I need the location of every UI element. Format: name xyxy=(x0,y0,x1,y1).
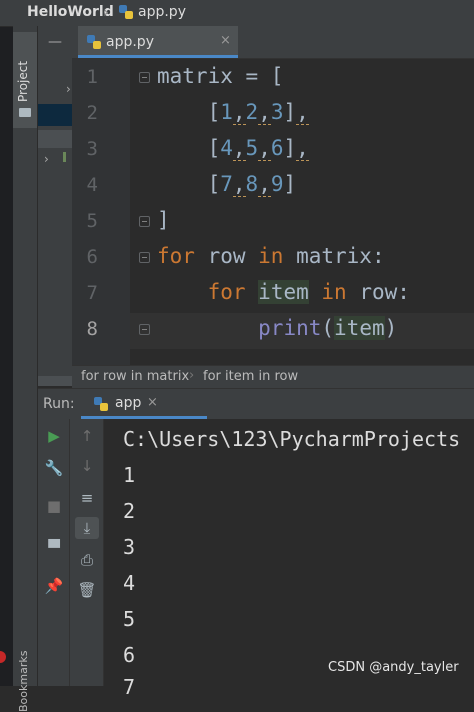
line-number: 8 xyxy=(86,318,98,340)
chevron-right-icon[interactable]: › xyxy=(66,82,71,96)
python-file-icon xyxy=(118,4,134,24)
breadcrumb-item[interactable]: for row in matrix xyxy=(81,369,189,384)
project-tree-row[interactable] xyxy=(38,130,72,148)
project-panel: › xyxy=(38,26,73,386)
run-tab-label: app xyxy=(115,395,142,411)
code-line: [1,2,3], xyxy=(157,100,309,125)
folder-icon xyxy=(19,108,31,117)
console-line: 7 xyxy=(123,675,136,699)
horizontal-scrollbar[interactable] xyxy=(38,376,72,386)
nav-separator-icon: › xyxy=(103,3,109,21)
line-number: 6 xyxy=(86,246,98,268)
breadcrumb-item[interactable]: for item in row xyxy=(203,369,298,384)
nav-file-name[interactable]: app.py xyxy=(138,4,186,20)
close-icon[interactable]: × xyxy=(220,33,231,48)
run-tool-header: Run: app × xyxy=(38,388,474,420)
line-number: 3 xyxy=(86,138,98,160)
soft-wrap-icon[interactable]: ≡ xyxy=(75,487,99,509)
arrow-down-icon[interactable]: ↓ xyxy=(75,455,99,477)
console-line: 3 xyxy=(123,535,136,559)
run-tab-app[interactable]: app × xyxy=(81,389,207,419)
navigation-bar: HelloWorld › app.py xyxy=(0,0,474,27)
console-line: 2 xyxy=(123,499,136,523)
editor-tab-app-py[interactable]: app.py × xyxy=(78,26,238,58)
run-toolbar-secondary: ↑ ↓ ≡ ⤓ ⎙ 🗑 xyxy=(70,419,104,686)
green-marker xyxy=(63,152,66,162)
line-number: 5 xyxy=(86,210,98,232)
chevron-right-icon: › xyxy=(189,368,195,383)
fold-marker-icon[interactable] xyxy=(139,252,150,263)
nav-project-name[interactable]: HelloWorld xyxy=(27,4,114,20)
console-line: C:\Users\123\PycharmProjects xyxy=(123,427,461,451)
line-number: 7 xyxy=(86,282,98,304)
fold-marker-icon[interactable] xyxy=(139,72,150,83)
fold-marker-icon[interactable] xyxy=(139,216,150,227)
watermark: CSDN @andy_tayler xyxy=(328,660,459,675)
console-line: 4 xyxy=(123,571,136,595)
line-number: 4 xyxy=(86,174,98,196)
fold-marker-icon[interactable] xyxy=(139,324,150,335)
pin-icon[interactable]: 📌 xyxy=(42,575,66,597)
bookmarks-tool-tab[interactable]: Bookmarks xyxy=(17,651,30,712)
line-number: 2 xyxy=(86,102,98,124)
run-toolbar-primary: ▶ 🔧 ■ ▀ 📌 xyxy=(38,419,70,686)
minimize-icon[interactable]: — xyxy=(48,34,62,50)
run-console[interactable] xyxy=(104,419,474,686)
line-number: 1 xyxy=(86,66,98,88)
code-line: matrix = [ xyxy=(157,64,284,88)
project-tree-selected-row[interactable] xyxy=(38,104,72,126)
editor-tab-bar: — app.py × xyxy=(48,26,474,59)
console-line: 6 xyxy=(123,643,136,667)
code-line: [4,5,6], xyxy=(157,136,309,161)
code-line: ] xyxy=(157,208,170,232)
close-icon[interactable]: × xyxy=(147,395,158,410)
code-line: for row in matrix: xyxy=(157,244,385,268)
rerun-icon[interactable]: ▶ xyxy=(42,425,66,447)
left-edge xyxy=(0,26,13,686)
left-tool-strip: Project Bookmarks xyxy=(13,26,38,712)
breadcrumb: for row in matrix › for item in row xyxy=(72,365,474,388)
console-line: 5 xyxy=(123,607,136,631)
expand-arrow-icon[interactable]: › xyxy=(44,152,49,166)
trash-icon[interactable]: 🗑 xyxy=(75,579,99,601)
run-label: Run: xyxy=(43,396,75,412)
project-tool-label: Project xyxy=(16,60,30,102)
print-icon[interactable]: ⎙ xyxy=(75,549,99,571)
layout-icon[interactable]: ▀ xyxy=(42,537,66,559)
code-line: for item in row: xyxy=(207,280,410,304)
python-file-icon xyxy=(86,34,102,54)
python-file-icon xyxy=(93,396,109,416)
console-line: 1 xyxy=(123,463,136,487)
stop-icon[interactable]: ■ xyxy=(42,495,66,517)
editor-tab-label: app.py xyxy=(106,34,154,50)
code-line: [7,8,9] xyxy=(157,172,297,197)
wrench-icon[interactable]: 🔧 xyxy=(42,457,66,479)
arrow-up-icon[interactable]: ↑ xyxy=(75,425,99,447)
code-line: print(item) xyxy=(258,316,398,340)
scroll-to-end-icon[interactable]: ⤓ xyxy=(75,517,99,539)
